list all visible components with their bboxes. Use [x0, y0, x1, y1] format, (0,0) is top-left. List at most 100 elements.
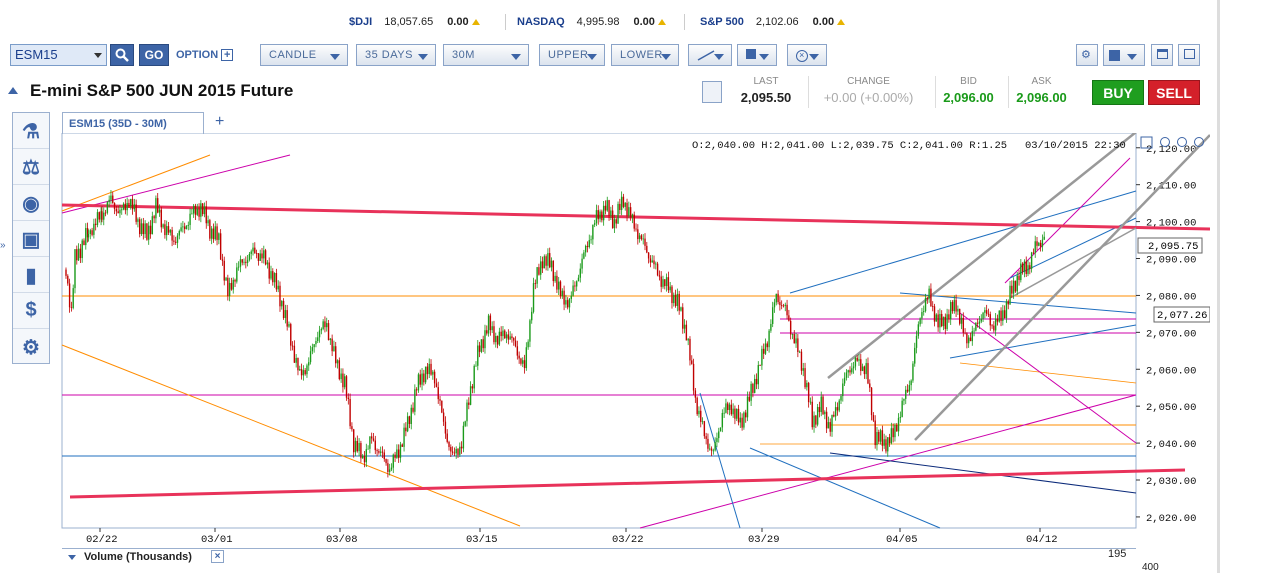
candle-body	[1034, 241, 1036, 253]
candle-body	[565, 300, 567, 305]
candle-body	[568, 298, 571, 308]
close-icon[interactable]: ×	[211, 550, 224, 563]
x-tick-label: 03/08	[326, 534, 358, 546]
save-select[interactable]	[1103, 44, 1145, 66]
diagonal-line	[789, 190, 1137, 294]
candle-body	[376, 450, 378, 452]
calendar-icon[interactable]	[702, 81, 722, 103]
candle-body	[191, 213, 193, 215]
candle-body	[388, 469, 391, 472]
chart-toolbar: ESM15 GO OPTION + CANDLE 35 DAYS 30M UPP…	[0, 44, 1217, 68]
candle-body	[667, 277, 670, 291]
candle-body	[358, 443, 360, 452]
candle-body	[960, 317, 963, 324]
candle-body	[520, 358, 522, 364]
candle-body	[793, 334, 795, 344]
candle-body	[387, 463, 389, 472]
symbol-input[interactable]: ESM15	[10, 44, 107, 66]
chevron-down-icon	[587, 54, 597, 60]
candle-body	[754, 378, 756, 393]
buy-button[interactable]: BUY	[1092, 80, 1144, 105]
candle-body	[921, 312, 923, 319]
interval-select[interactable]: 30M	[443, 44, 529, 66]
candle-body	[486, 330, 488, 334]
candle-body	[883, 439, 885, 446]
candle-body	[439, 399, 441, 401]
candle-body	[994, 318, 997, 331]
candle-body	[640, 235, 643, 240]
chart-timestamp: 03/10/2015 22:30	[1025, 140, 1126, 152]
candle-body	[559, 281, 562, 297]
draw-line-select[interactable]	[688, 44, 732, 66]
candle-body	[89, 230, 91, 234]
candle-body	[894, 424, 896, 438]
candle-body	[671, 286, 673, 304]
svg-text:2,095.75: 2,095.75	[1148, 241, 1198, 253]
chevron-down-icon	[661, 54, 671, 60]
candles	[65, 190, 1045, 478]
collapse-up-icon[interactable]	[8, 87, 18, 94]
candle-body	[644, 238, 646, 246]
collapse-icon[interactable]	[68, 555, 76, 560]
candle-body	[885, 439, 887, 452]
candle-body	[914, 347, 916, 364]
go-button[interactable]: GO	[139, 44, 169, 66]
candle-body	[290, 324, 292, 346]
ticker-dji[interactable]: $DJI 18,057.65 0.00	[349, 16, 480, 28]
candle-body	[989, 314, 991, 326]
ticker-name: S&P 500	[700, 16, 744, 28]
page-title: E-mini S&P 500 JUN 2015 Future	[8, 81, 293, 101]
settings-button[interactable]: ⚙	[1076, 44, 1098, 66]
delete-tool-select[interactable]: ×	[787, 44, 827, 66]
candle-body	[964, 332, 966, 334]
tab-chart[interactable]: ESM15 (35D - 30M)	[62, 112, 204, 134]
candle-body	[709, 448, 711, 450]
candle-body	[707, 438, 709, 449]
candle-body	[336, 360, 339, 364]
ask-quote: ASK 2,096.00	[1008, 76, 1074, 108]
candle-body	[966, 333, 968, 344]
lower-indicator-select[interactable]: LOWER	[611, 44, 679, 66]
candle-body	[685, 324, 688, 341]
sell-button[interactable]: SELL	[1148, 80, 1200, 105]
candle-body	[592, 224, 594, 240]
chevron-down-icon	[94, 53, 102, 58]
chart-type-select[interactable]: CANDLE	[260, 44, 348, 66]
search-button[interactable]	[110, 44, 134, 66]
ticker-nasdaq[interactable]: NASDAQ 4,995.98 0.00	[517, 16, 666, 28]
candle-body	[365, 449, 367, 463]
window-button[interactable]	[1151, 44, 1173, 66]
candle-body	[214, 226, 216, 240]
upper-indicator-select[interactable]: UPPER	[539, 44, 605, 66]
price-chart[interactable]: 2,120.002,110.002,100.002,090.002,080.00…	[0, 133, 1210, 553]
candle-body	[239, 259, 242, 267]
candle-body	[426, 366, 429, 375]
ticker-sp500[interactable]: S&P 500 2,102.06 0.00	[700, 16, 846, 28]
candle-body	[680, 307, 682, 311]
candle-body	[748, 396, 751, 401]
candle-body	[678, 293, 680, 311]
candle-body	[851, 368, 853, 373]
candle-body	[331, 338, 333, 352]
range-select[interactable]: 35 DAYS	[356, 44, 436, 66]
popout-button[interactable]	[1178, 44, 1200, 66]
candle-body	[955, 300, 957, 312]
candle-body	[417, 374, 420, 391]
candle-body	[200, 203, 202, 217]
add-tab-icon[interactable]: +	[215, 113, 224, 131]
candle-body	[351, 426, 353, 430]
candle-body	[164, 224, 166, 236]
candle-body	[865, 363, 867, 375]
candle-body	[836, 407, 839, 411]
candle-body	[329, 338, 332, 341]
scrollbar[interactable]	[1217, 0, 1220, 573]
candle-body	[162, 224, 164, 228]
candle-body	[300, 369, 303, 376]
candle-body	[139, 219, 141, 235]
candle-body	[221, 259, 224, 261]
option-button[interactable]: OPTION +	[176, 49, 234, 61]
candle-body	[381, 451, 384, 453]
candle-body	[419, 374, 421, 385]
candle-body	[599, 211, 601, 220]
candle-body	[441, 400, 443, 413]
